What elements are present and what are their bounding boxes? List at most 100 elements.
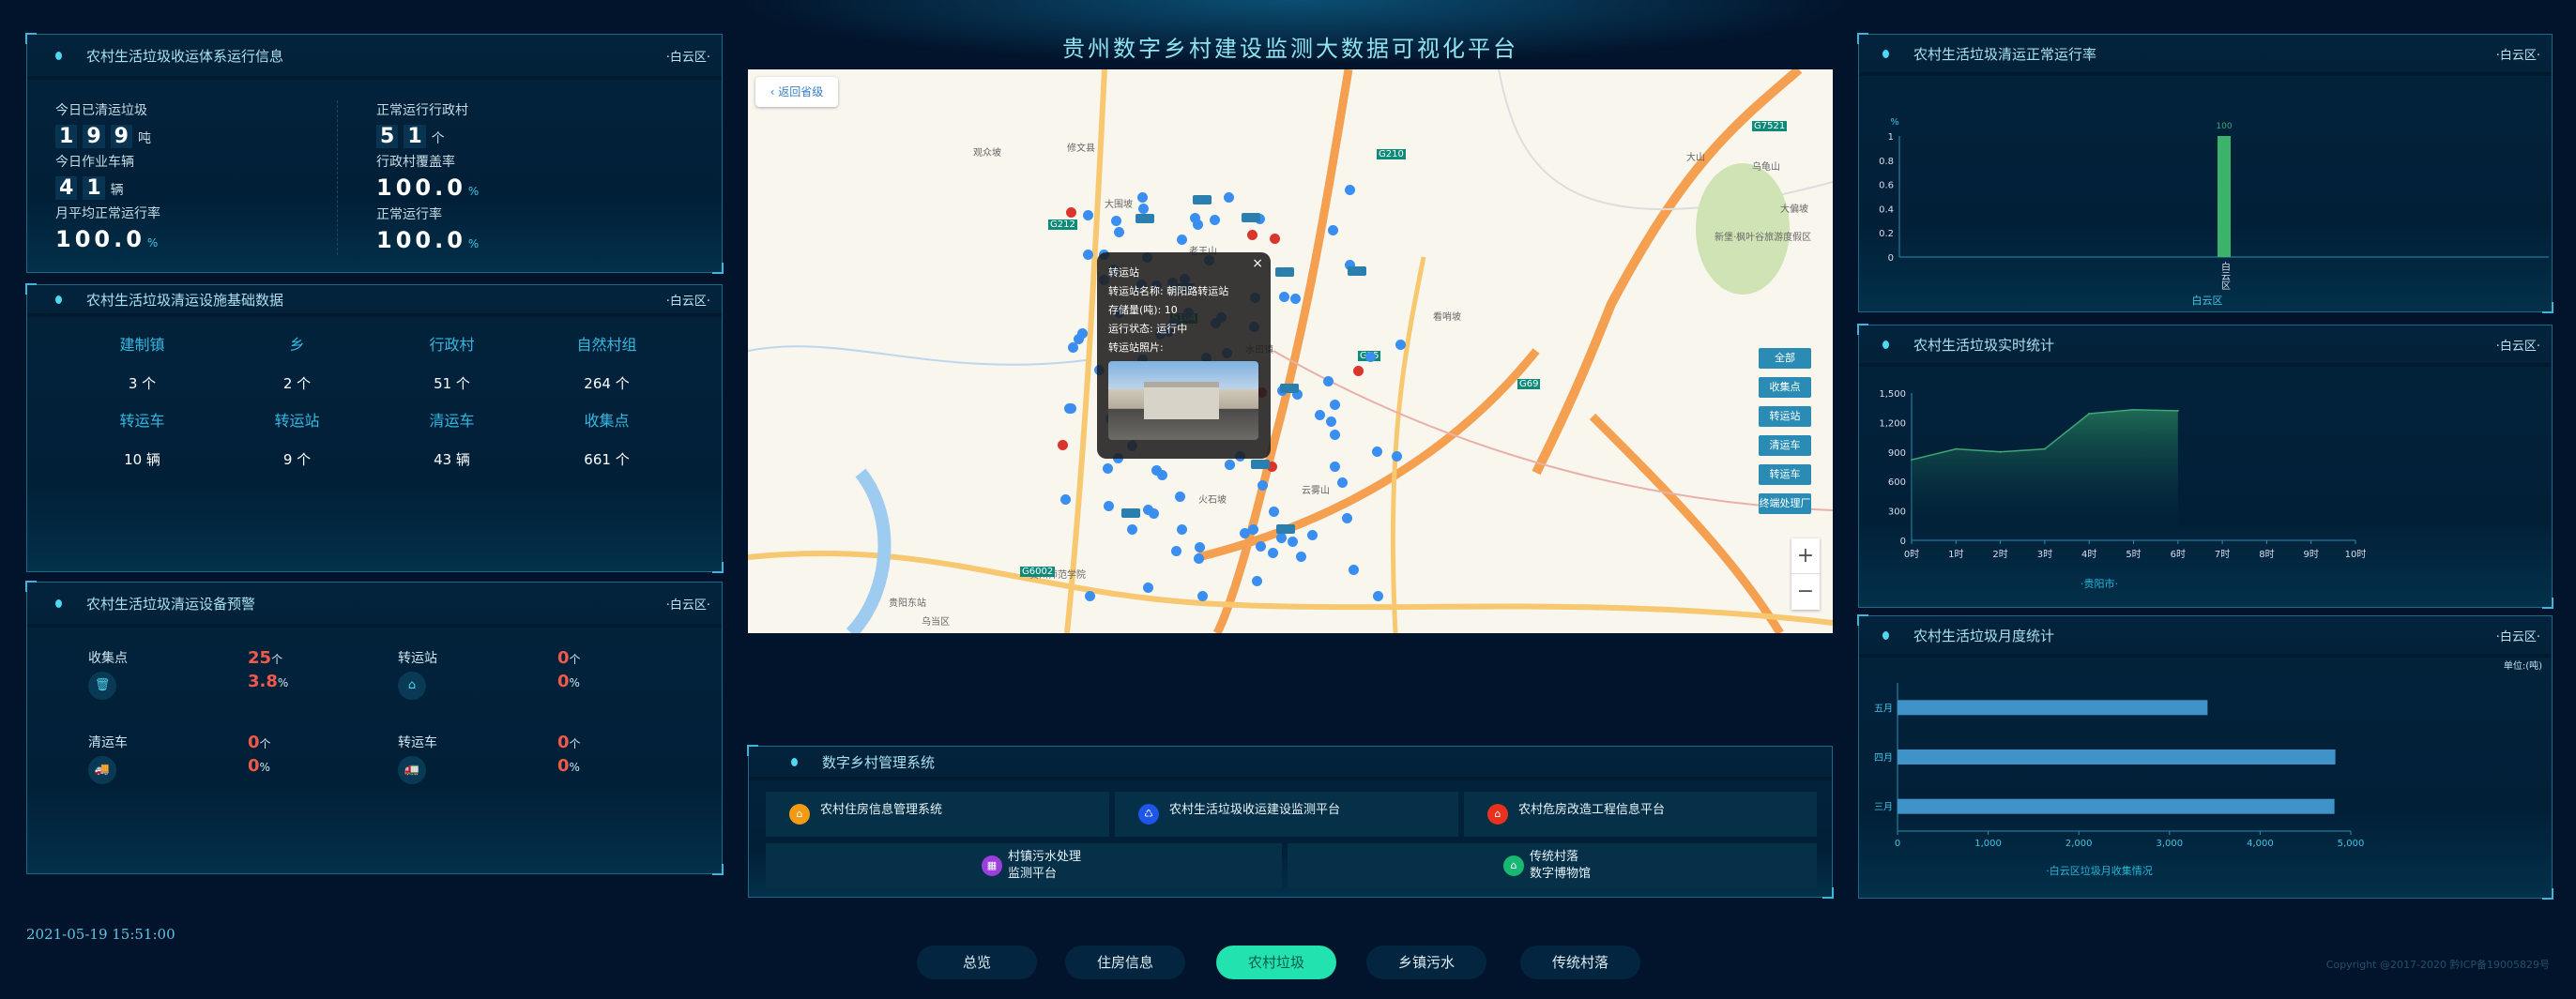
- collection-point-marker[interactable]: [1306, 530, 1318, 541]
- region-selector[interactable]: ·白云区·: [666, 595, 710, 613]
- collection-point-marker[interactable]: [1110, 215, 1121, 226]
- collection-point-marker[interactable]: [1322, 376, 1334, 387]
- truck-marker[interactable]: [1280, 384, 1300, 394]
- collection-point-marker[interactable]: [1138, 203, 1150, 214]
- collection-point-marker[interactable]: [1348, 564, 1359, 575]
- collection-point-marker[interactable]: [1225, 459, 1236, 470]
- truck-marker[interactable]: [1192, 195, 1212, 205]
- popup-close-icon[interactable]: ×: [1252, 254, 1263, 273]
- collection-point-marker[interactable]: [1341, 513, 1352, 524]
- collection-point-marker[interactable]: [1171, 545, 1182, 556]
- bullet-icon: [1882, 630, 1889, 640]
- collection-point-marker[interactable]: [1395, 340, 1406, 351]
- collection-point-marker[interactable]: [1084, 590, 1095, 601]
- cleared-label: 今日已清运垃圾: [55, 103, 147, 118]
- collection-point-marker[interactable]: [1372, 446, 1383, 457]
- map-filter-button[interactable]: 收集点: [1759, 377, 1811, 398]
- truck-marker[interactable]: [1275, 266, 1295, 277]
- bullet-icon: [55, 295, 62, 304]
- bullet-icon: [1882, 340, 1889, 349]
- collection-point-marker[interactable]: [1059, 493, 1071, 505]
- nav-tab[interactable]: 总览: [917, 946, 1037, 979]
- normal-rate-chart: %00.20.40.60.81100白云区白云区: [1879, 117, 2549, 307]
- region-selector[interactable]: ·白云区·: [2496, 45, 2540, 63]
- collection-point-marker[interactable]: [1256, 540, 1267, 552]
- truck-marker[interactable]: [1348, 266, 1367, 277]
- map-road: [1390, 256, 1426, 633]
- collection-point-marker[interactable]: [1103, 462, 1114, 474]
- collection-point-marker[interactable]: [1143, 582, 1154, 593]
- pickup-truck-icon: 🚚: [88, 756, 116, 784]
- normal-rate-panel: 农村生活垃圾清运正常运行率 ·白云区· % 0 0.2 0.4 0.6 0.8 1 100 白云区…: [1857, 33, 2553, 313]
- collection-point-marker[interactable]: [1126, 524, 1137, 536]
- collection-point-marker[interactable]: [1082, 210, 1093, 221]
- panel-title: 农村生活垃圾实时统计: [1913, 336, 2055, 354]
- facility-label: 自然村组: [576, 336, 637, 354]
- villages-label: 正常运行行政村: [376, 103, 468, 118]
- map-filter-button[interactable]: 转运车: [1759, 464, 1811, 485]
- y-tick-label: 300: [1888, 507, 1906, 518]
- collection-point-marker[interactable]: [1195, 541, 1205, 552]
- truck-marker[interactable]: [1120, 508, 1140, 519]
- facility-label: 收集点: [584, 412, 630, 430]
- collection-point-marker[interactable]: [1257, 479, 1268, 491]
- system-link-button[interactable]: ⌂ 传统村落 数字博物馆: [1288, 843, 1817, 888]
- y-axis-unit: %: [1890, 117, 1899, 128]
- truck-marker[interactable]: [1136, 213, 1155, 223]
- facility-value: 51 个: [434, 375, 470, 392]
- zoom-in-button[interactable]: +: [1791, 538, 1820, 574]
- collection-point-marker[interactable]: [1136, 191, 1148, 203]
- alert-collection-point-marker[interactable]: [1065, 206, 1076, 218]
- region-selector[interactable]: ·白云区·: [666, 291, 710, 309]
- truck-marker[interactable]: [1275, 523, 1295, 534]
- collection-point-marker[interactable]: [1176, 524, 1187, 536]
- alert-collection-point-marker[interactable]: [1246, 229, 1258, 240]
- ops-info-panel: 农村生活垃圾收运体系运行信息 ·白云区· 今日已清运垃圾 199吨 今日作业车辆 …: [25, 33, 724, 274]
- collection-point-marker[interactable]: [1113, 226, 1124, 237]
- collection-point-marker[interactable]: [1193, 552, 1204, 564]
- back-to-province-button[interactable]: ‹ 返回省级: [755, 77, 838, 107]
- map-filter-button[interactable]: 转运站: [1759, 406, 1811, 427]
- collection-point-marker[interactable]: [1373, 590, 1384, 601]
- map-road: [748, 345, 1087, 366]
- map-filter-button[interactable]: 全部: [1759, 348, 1811, 369]
- collection-point-marker[interactable]: [1268, 547, 1279, 558]
- y-tick-label: 1,200: [1879, 418, 1906, 429]
- truck-marker[interactable]: [1250, 460, 1270, 470]
- nav-tab[interactable]: 乡镇污水: [1366, 946, 1486, 979]
- truck-marker[interactable]: [1241, 212, 1260, 222]
- x-tick-label: 3时: [2037, 549, 2052, 560]
- region-selector[interactable]: ·白云区·: [666, 47, 710, 65]
- collection-point-marker[interactable]: [1391, 451, 1402, 462]
- map-filter-button[interactable]: 清运车: [1759, 435, 1811, 456]
- system-link-button[interactable]: ♺ 农村生活垃圾收运建设监测平台: [1115, 792, 1458, 837]
- system-link-button[interactable]: ⌂ 农村危房改造工程信息平台: [1464, 792, 1817, 837]
- nav-tab[interactable]: 传统村落: [1520, 946, 1640, 979]
- vehicles-label: 今日作业车辆: [55, 155, 134, 170]
- collection-point-marker[interactable]: [1156, 469, 1167, 480]
- popup-photo-label: 转运站照片:: [1108, 341, 1164, 354]
- warning-name: 转运车: [398, 735, 437, 750]
- collection-point-marker[interactable]: [1189, 213, 1200, 224]
- region-selector[interactable]: ·白云区·: [2496, 336, 2540, 354]
- zoom-out-button[interactable]: −: [1791, 574, 1820, 610]
- nav-tab[interactable]: 农村垃圾: [1216, 946, 1336, 979]
- x-tick-label: 5时: [2126, 549, 2141, 560]
- system-link-button[interactable]: ▦ 村镇污水处理 监测平台: [766, 843, 1282, 888]
- map-view[interactable]: 修文县观众坡大围坡老王山云雾山看哨坡大山乌龟山大偏坡新堡·枫叶谷旅游度假区贵阳东…: [748, 69, 1833, 633]
- collection-point-marker[interactable]: [1210, 214, 1221, 225]
- data-point: [2088, 412, 2091, 415]
- coverage-label: 行政村覆盖率: [376, 155, 455, 170]
- region-selector[interactable]: ·白云区·: [2496, 627, 2540, 644]
- data-point: [2132, 408, 2135, 411]
- station-popup: × 转运站 转运站名称: 朝阳路转运站 存储量(吨): 10 运行状态: 运行中…: [1097, 252, 1271, 459]
- popup-status: 运行状态: 运行中: [1108, 323, 1188, 335]
- alert-collection-point-marker[interactable]: [1058, 439, 1069, 450]
- alert-collection-point-marker[interactable]: [1269, 234, 1280, 245]
- area-fill: [1912, 409, 2178, 540]
- collection-point-marker[interactable]: [1288, 536, 1299, 547]
- nav-tab[interactable]: 住房信息: [1065, 946, 1185, 979]
- map-filter-button[interactable]: 终端处理厂: [1759, 493, 1811, 514]
- collection-point-marker[interactable]: [1083, 249, 1094, 260]
- system-link-button[interactable]: ⌂ 农村住房信息管理系统: [766, 792, 1109, 837]
